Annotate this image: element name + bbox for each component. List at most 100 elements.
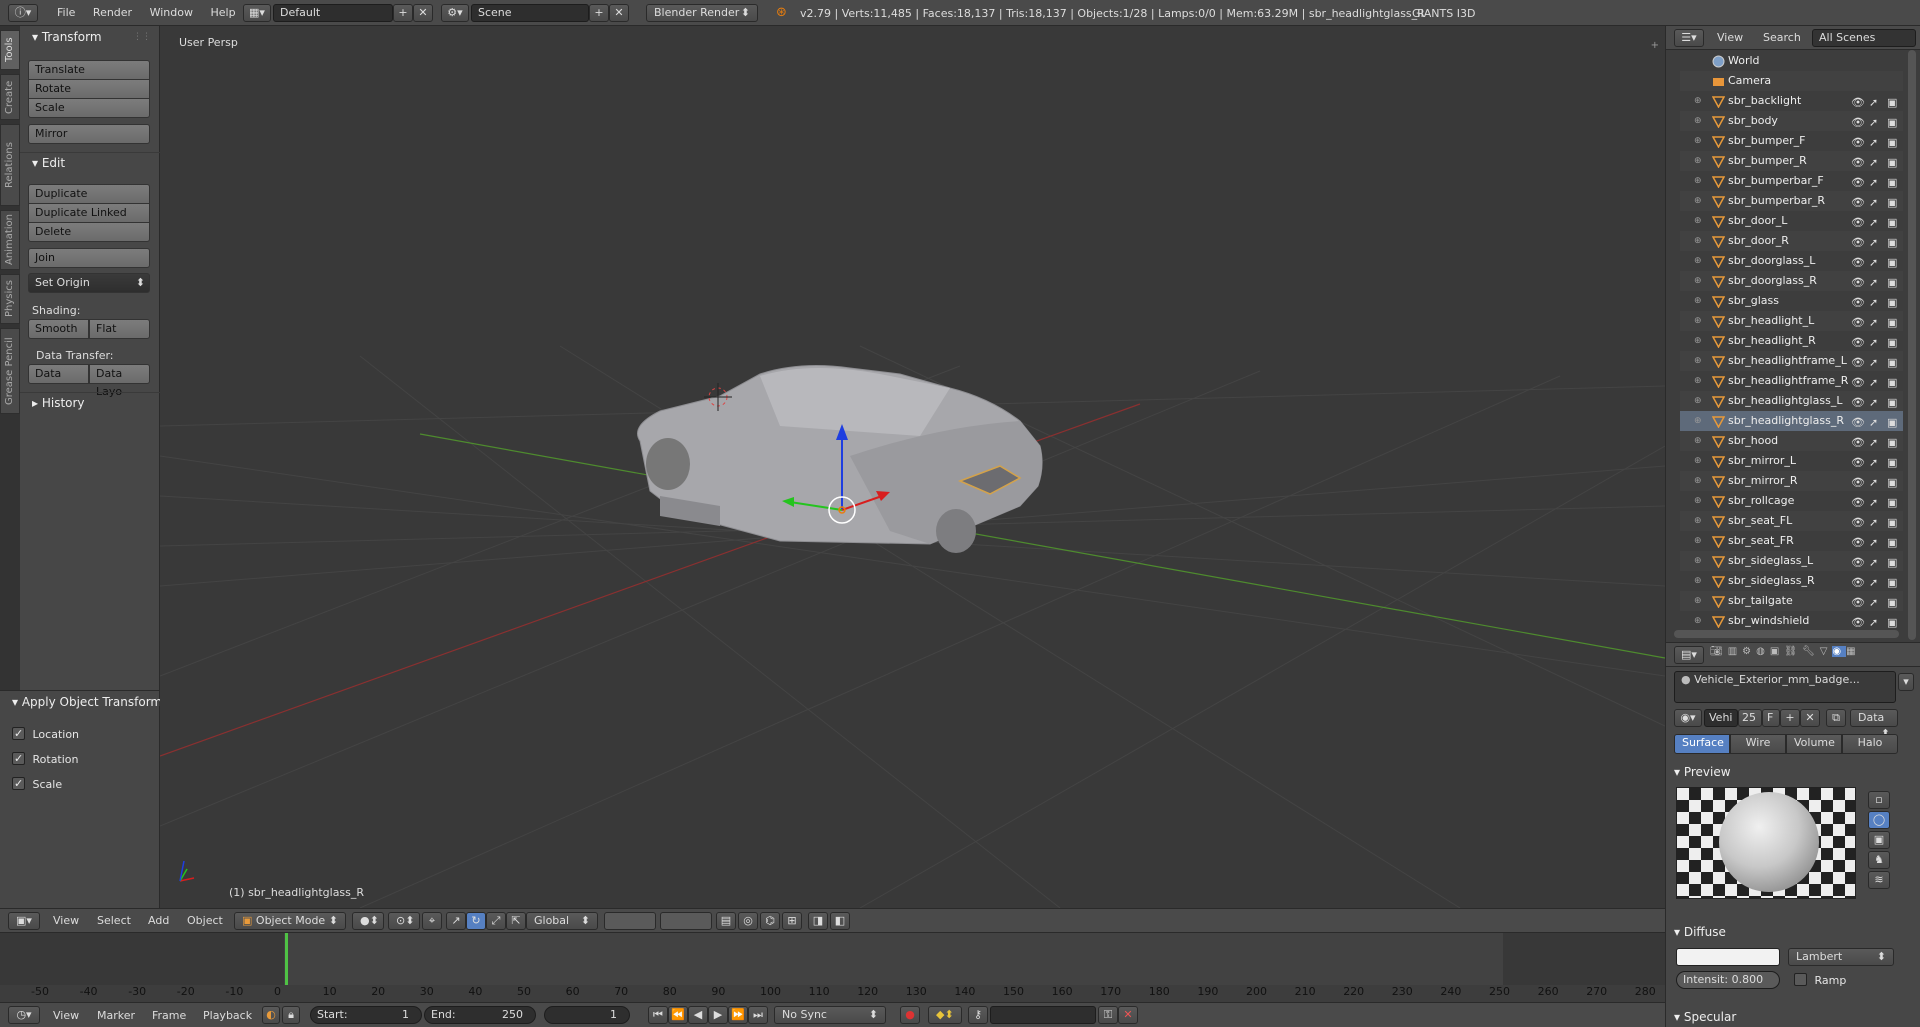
record-icon[interactable]: ● [900, 1006, 920, 1024]
diffuse-color-swatch[interactable] [1676, 948, 1780, 966]
rotate-button[interactable]: Rotate [28, 79, 150, 99]
eye-icon[interactable]: 👁︎ [1851, 273, 1865, 293]
duplicate-linked-button[interactable]: Duplicate Linked [28, 203, 150, 223]
layout-field[interactable]: Default [273, 4, 393, 22]
eye-icon[interactable]: 👁︎ [1851, 513, 1865, 533]
expand-icon[interactable]: ⊕ [1694, 331, 1702, 351]
translate-manipulator-icon[interactable]: ↗ [446, 912, 466, 930]
tab-tools[interactable]: Tools [0, 30, 20, 70]
eye-icon[interactable]: 👁︎ [1851, 593, 1865, 613]
expand-icon[interactable]: ⊕ [1694, 231, 1702, 251]
eye-icon[interactable]: 👁︎ [1851, 233, 1865, 253]
render-camera-icon[interactable]: ▣ [1887, 133, 1897, 153]
timeline-menu-marker[interactable]: Marker [90, 1007, 142, 1025]
outliner-row[interactable]: ⊕ sbr_headlight_L 👁︎ ➚ ▣ [1680, 311, 1903, 331]
render-camera-icon[interactable]: ▣ [1887, 533, 1897, 553]
eye-icon[interactable]: 👁︎ [1851, 93, 1865, 113]
new-material-icon[interactable]: + [1780, 709, 1800, 727]
remove-layout-button[interactable]: ✕ [413, 4, 433, 22]
expand-icon[interactable]: ⊕ [1694, 311, 1702, 331]
object-tab-icon[interactable]: ▣ [1770, 646, 1784, 657]
pivot-button[interactable]: ⊙⬍ [388, 912, 420, 930]
checkbox-icon[interactable]: ✓ [12, 727, 25, 740]
cursor-select-icon[interactable]: ➚ [1869, 293, 1878, 313]
expand-icon[interactable]: ⊕ [1694, 371, 1702, 391]
outliner-row[interactable]: ⊕ sbr_headlightframe_L 👁︎ ➚ ▣ [1680, 351, 1903, 371]
timeline-menu-frame[interactable]: Frame [145, 1007, 193, 1025]
outliner-row[interactable]: ⊕ sbr_doorglass_L 👁︎ ➚ ▣ [1680, 251, 1903, 271]
render-camera-icon[interactable]: ▣ [1887, 513, 1897, 533]
render-camera-icon[interactable]: ▣ [1887, 93, 1897, 113]
cursor-select-icon[interactable]: ➚ [1869, 533, 1878, 553]
screen-layout-icon[interactable]: ▦▾ [243, 4, 271, 22]
outliner-row[interactable]: ⊕ sbr_sideglass_R 👁︎ ➚ ▣ [1680, 571, 1903, 591]
halo-tab[interactable]: Halo [1842, 734, 1898, 754]
outliner-row[interactable]: ⊕ sbr_tailgate 👁︎ ➚ ▣ [1680, 591, 1903, 611]
render-camera-icon[interactable]: ▣ [1887, 273, 1897, 293]
cursor-select-icon[interactable]: ➚ [1869, 333, 1878, 353]
cube-preview-icon[interactable]: ▣ [1868, 831, 1890, 849]
cursor-select-icon[interactable]: ➚ [1869, 273, 1878, 293]
expand-icon[interactable]: ⊕ [1694, 411, 1702, 431]
eye-icon[interactable]: 👁︎ [1851, 133, 1865, 153]
material-browse-button[interactable]: ◉▾ [1674, 709, 1702, 727]
delete-keyframe-icon[interactable]: ✕ [1118, 1006, 1138, 1024]
render-camera-icon[interactable]: ▣ [1887, 393, 1897, 413]
outliner-row[interactable]: ⊕ sbr_hood 👁︎ ➚ ▣ [1680, 431, 1903, 451]
node-material-icon[interactable]: ⧉ [1826, 709, 1846, 727]
outliner-row[interactable]: ⊕ sbr_doorglass_R 👁︎ ➚ ▣ [1680, 271, 1903, 291]
surface-tab[interactable]: Surface [1674, 734, 1730, 754]
outliner-row[interactable]: ⊕ sbr_seat_FR 👁︎ ➚ ▣ [1680, 531, 1903, 551]
scale-option[interactable]: ✓ Scale [12, 775, 62, 791]
properties-editor-type-button[interactable]: ▤▾ [1674, 646, 1704, 664]
rotate-manipulator-icon[interactable]: ↻ [466, 912, 486, 930]
expand-icon[interactable]: ⊕ [1694, 171, 1702, 191]
keying-set-button[interactable]: ◆⬍ [928, 1006, 962, 1024]
outliner-row[interactable]: ⊕ sbr_body 👁︎ ➚ ▣ [1680, 111, 1903, 131]
outliner-scope-dropdown[interactable]: All Scenes [1812, 29, 1916, 47]
current-frame-field[interactable]: 1 [544, 1006, 630, 1024]
outliner-row[interactable]: ⊕ sbr_headlightglass_R 👁︎ ➚ ▣ [1680, 411, 1903, 431]
preview-panel-header[interactable]: ▾ Preview [1674, 765, 1731, 779]
data-transfer-button[interactable]: Data [28, 364, 89, 384]
rotation-option[interactable]: ✓ Rotation [12, 750, 79, 766]
viewport-shading-button[interactable]: ●⬍ [352, 912, 384, 930]
outliner-menu-view[interactable]: View [1710, 29, 1750, 47]
render-camera-icon[interactable]: ▣ [1887, 573, 1897, 593]
checkbox-icon[interactable]: ✓ [12, 777, 25, 790]
eye-icon[interactable]: 👁︎ [1851, 433, 1865, 453]
play-reverse-icon[interactable]: ◀ [688, 1006, 708, 1024]
render-camera-icon[interactable]: ▣ [1887, 413, 1897, 433]
material-name-field[interactable]: Vehi [1704, 709, 1738, 727]
sync-dropdown[interactable]: No Sync ⬍ [774, 1006, 886, 1024]
cursor-select-icon[interactable]: ➚ [1869, 153, 1878, 173]
eye-icon[interactable]: 👁︎ [1851, 313, 1865, 333]
cursor-select-icon[interactable]: ➚ [1869, 413, 1878, 433]
sphere-preview-icon[interactable]: ◯ [1868, 811, 1890, 829]
tab-grease-pencil[interactable]: Grease Pencil [0, 328, 20, 414]
info-editor-type-button[interactable]: ⓘ▾ [8, 4, 38, 22]
slot-menu-button[interactable]: ▾ [1898, 673, 1914, 691]
eye-icon[interactable]: 👁︎ [1851, 393, 1865, 413]
specular-panel-header[interactable]: ▾ Specular [1674, 1010, 1736, 1024]
menu-object[interactable]: Object [180, 912, 230, 930]
expand-icon[interactable]: ⊕ [1694, 551, 1702, 571]
start-frame-field[interactable]: Start: 1 [310, 1006, 422, 1024]
outliner-row[interactable]: ⊕ sbr_bumper_F 👁︎ ➚ ▣ [1680, 131, 1903, 151]
outliner-row[interactable]: ⊕ sbr_door_R 👁︎ ➚ ▣ [1680, 231, 1903, 251]
expand-icon[interactable]: ⊕ [1694, 291, 1702, 311]
eye-icon[interactable]: 👁︎ [1851, 333, 1865, 353]
opengl-anim-icon[interactable]: ◧ [830, 912, 850, 930]
constraints-tab-icon[interactable]: ⛓ [1784, 646, 1802, 657]
outliner-row[interactable]: ⊕ sbr_sideglass_L 👁︎ ➚ ▣ [1680, 551, 1903, 571]
eye-icon[interactable]: 👁︎ [1851, 153, 1865, 173]
outliner-row[interactable]: ⊕ sbr_backlight 👁︎ ➚ ▣ [1680, 91, 1903, 111]
outliner-row[interactable]: ⊕ sbr_door_L 👁︎ ➚ ▣ [1680, 211, 1903, 231]
material-slot-list[interactable]: ● Vehicle_Exterior_mm_badge... [1674, 671, 1896, 703]
expand-icon[interactable]: ⊕ [1694, 431, 1702, 451]
menu-file[interactable]: File [50, 4, 82, 22]
cursor-select-icon[interactable]: ➚ [1869, 573, 1878, 593]
render-layers-tab-icon[interactable]: ▥ [1728, 646, 1742, 657]
scale-manip-icon[interactable]: ⇱ [506, 912, 526, 930]
data-layout-button[interactable]: Data Layo [89, 364, 150, 398]
